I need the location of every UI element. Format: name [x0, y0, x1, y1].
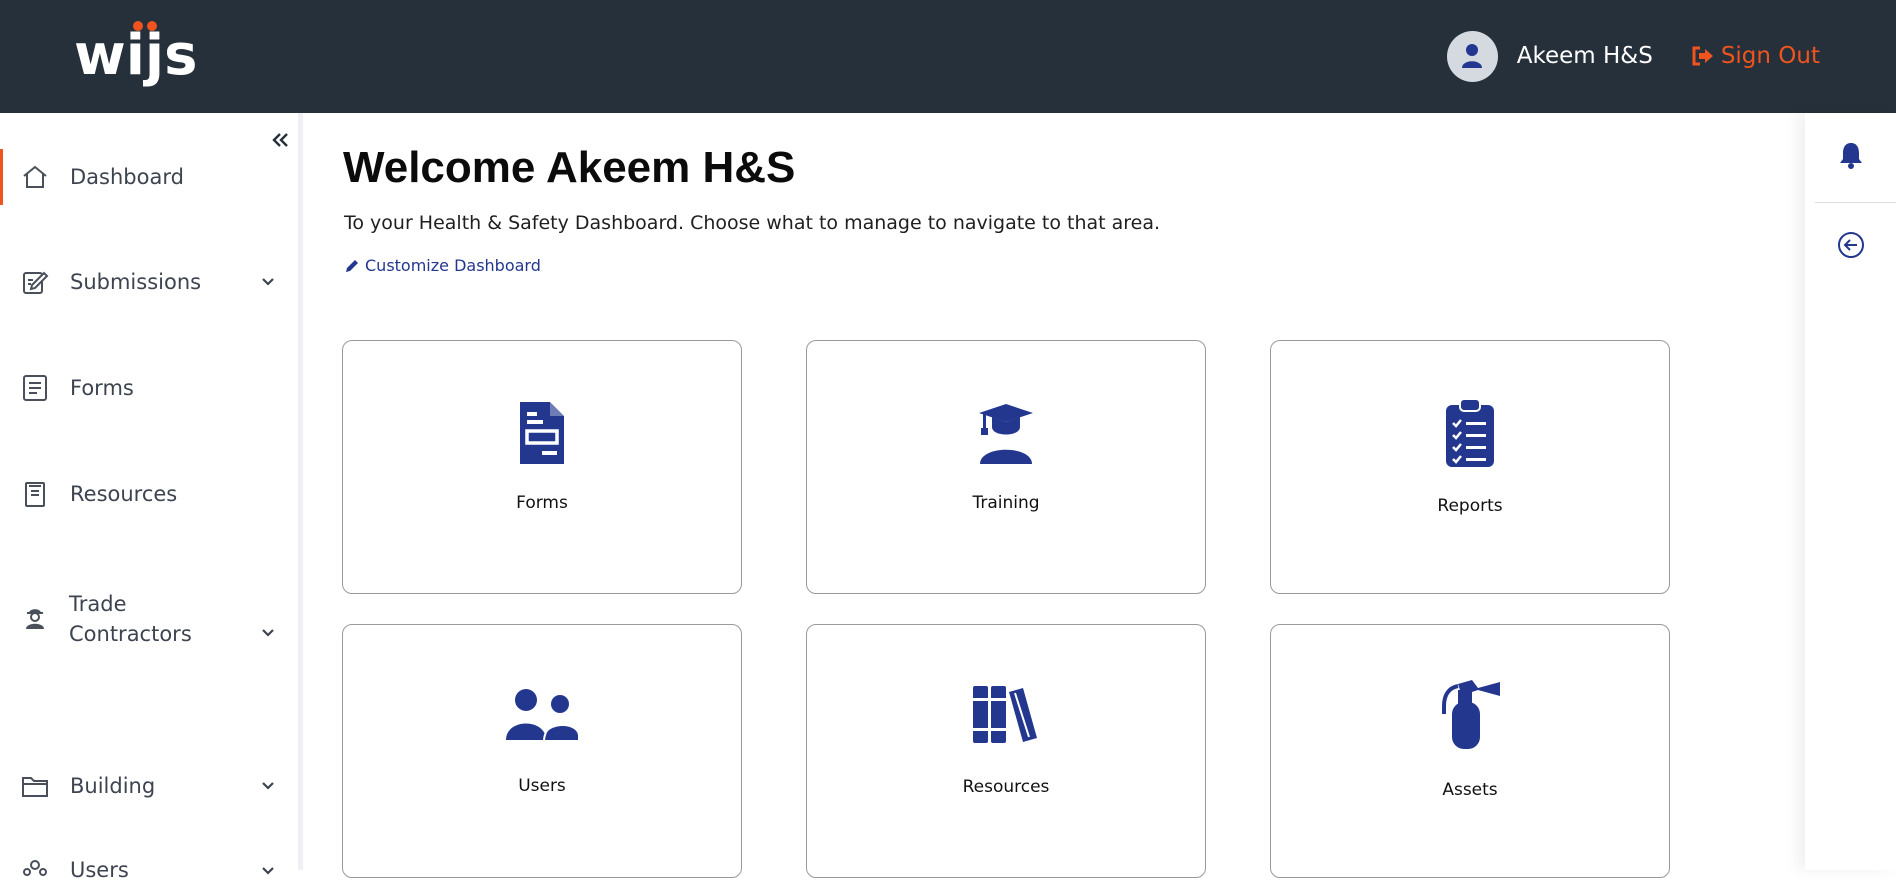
card-label: Forms	[516, 493, 568, 513]
wijs-logo[interactable]: wijs	[74, 16, 204, 90]
sidebar-item-submissions[interactable]: Submissions	[0, 254, 298, 310]
chevron-down-icon	[262, 867, 274, 875]
sign-out-label: Sign Out	[1720, 43, 1820, 69]
user-area: Akeem H&S Sign Out	[1446, 30, 1820, 82]
panel-divider	[1815, 202, 1896, 203]
chevron-down-icon	[262, 629, 274, 637]
card-reports[interactable]: Reports	[1270, 340, 1670, 594]
card-forms[interactable]: Forms	[342, 340, 742, 594]
user-icon	[1462, 44, 1483, 68]
sidebar-item-label: Users	[70, 858, 129, 882]
sign-out-icon	[1692, 46, 1713, 66]
user-name: Akeem H&S	[1516, 43, 1653, 69]
bell-icon[interactable]	[1838, 141, 1864, 169]
worker-icon	[21, 603, 49, 631]
svg-text:wijs: wijs	[74, 23, 197, 88]
sidebar-item-label-line2: Contractors	[69, 622, 192, 646]
main-content: Welcome Akeem H&S To your Health & Safet…	[303, 113, 1805, 878]
arrow-left-circle-icon[interactable]	[1837, 231, 1865, 259]
right-panel	[1805, 113, 1896, 870]
card-label: Users	[518, 776, 566, 796]
clipboard-icon	[1271, 397, 1669, 469]
sidebar-item-users[interactable]: Users	[0, 849, 298, 893]
sign-out-button[interactable]: Sign Out	[1691, 43, 1820, 69]
form-icon	[21, 374, 49, 402]
chevron-down-icon	[262, 782, 274, 790]
sidebar-item-trade-contractors[interactable]: Trade Contractors	[0, 592, 298, 663]
card-label: Reports	[1437, 496, 1503, 516]
sidebar-item-label: Submissions	[70, 270, 202, 294]
page-title: Welcome Akeem H&S	[343, 143, 796, 192]
pencil-icon	[346, 259, 358, 272]
sidebar-item-label: Resources	[70, 482, 178, 506]
home-icon	[21, 163, 49, 191]
resource-icon	[21, 480, 49, 508]
folder-icon	[21, 772, 49, 800]
card-users[interactable]: Users	[342, 624, 742, 878]
card-assets[interactable]: Assets	[1270, 624, 1670, 878]
card-training[interactable]: Training	[806, 340, 1206, 594]
page-subtitle: To your Health & Safety Dashboard. Choos…	[344, 212, 1161, 234]
sidebar-item-building[interactable]: Building	[0, 758, 298, 814]
customize-dashboard-label: Customize Dashboard	[365, 256, 541, 275]
edit-icon	[21, 268, 49, 296]
sidebar-item-resources[interactable]: Resources	[0, 466, 298, 522]
sidebar-item-label: Dashboard	[70, 165, 184, 189]
graduate-icon	[807, 399, 1205, 467]
document-icon	[343, 399, 741, 467]
users-icon	[21, 857, 49, 885]
sidebar-item-label: Trade	[69, 592, 127, 616]
customize-dashboard-link[interactable]: Customize Dashboard	[344, 256, 541, 275]
card-label: Training	[972, 493, 1040, 513]
card-label: Resources	[962, 777, 1050, 797]
avatar[interactable]	[1446, 30, 1498, 82]
top-bar: wijs Akeem H&S Sign Out	[0, 0, 1896, 113]
sidebar: Dashboard Submissions Forms Resources Tr…	[0, 113, 303, 882]
sidebar-item-label: Building	[70, 774, 156, 798]
card-label: Assets	[1442, 780, 1498, 800]
sidebar-item-forms[interactable]: Forms	[0, 360, 298, 416]
sidebar-item-dashboard[interactable]: Dashboard	[0, 149, 298, 205]
card-resources[interactable]: Resources	[806, 624, 1206, 878]
chevron-down-icon	[262, 278, 274, 286]
users-icon	[343, 685, 741, 745]
fire-extinguisher-icon	[1271, 677, 1669, 751]
books-icon	[807, 683, 1205, 745]
sidebar-item-label: Forms	[70, 376, 134, 400]
